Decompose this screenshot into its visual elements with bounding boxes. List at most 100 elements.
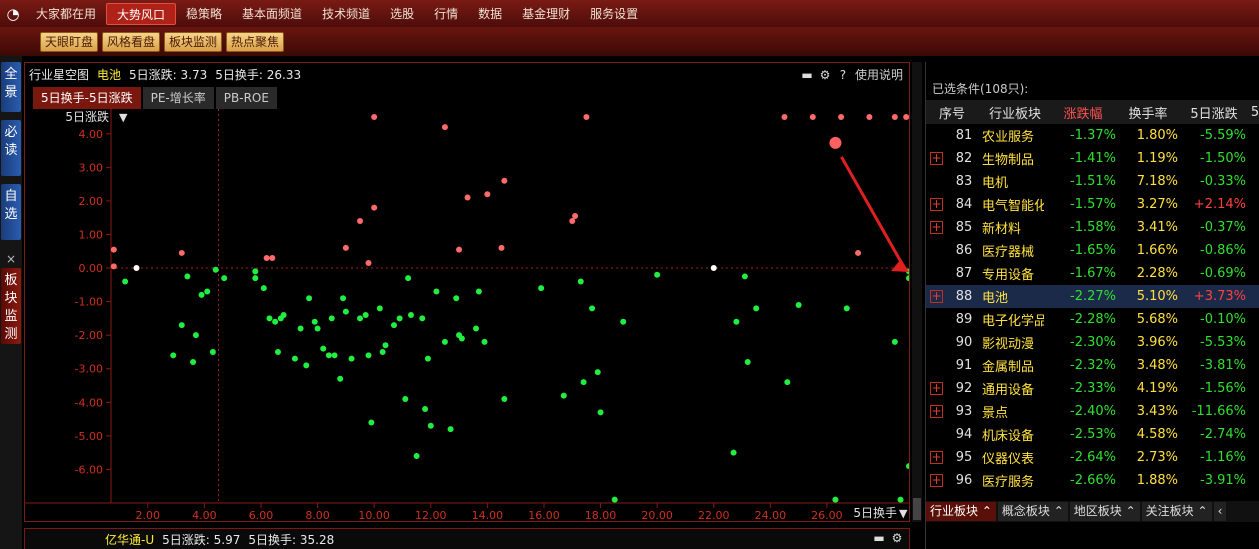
col-header-turnover[interactable]: 换手率 xyxy=(1122,103,1174,122)
scatter-point-green xyxy=(320,345,327,352)
sub-button-2[interactable]: 板块监测 xyxy=(164,31,223,52)
expand-icon[interactable]: + xyxy=(930,405,943,418)
scatter-point-green xyxy=(396,315,403,322)
chart-header: 行业星空图 电池 5日涨跌: 3.73 5日换手: 26.33 xyxy=(25,63,909,85)
sub-button-3[interactable]: 热点聚焦 xyxy=(226,31,285,52)
menu-item-7[interactable]: 数据 xyxy=(468,3,512,25)
chevron-up-icon: ⌃ xyxy=(1049,504,1064,518)
maximize-icon[interactable]: ▬ xyxy=(873,532,885,544)
scatter-point-green xyxy=(906,463,909,470)
table-row[interactable]: 83 电机 -1.51% 7.18% -0.33% xyxy=(926,170,1259,193)
maximize-icon[interactable]: ▬ xyxy=(801,69,813,81)
expand-icon[interactable]: + xyxy=(930,290,943,303)
scroll-left-icon[interactable]: ‹ xyxy=(1213,502,1227,521)
gear-icon[interactable]: ⚙ xyxy=(891,532,903,544)
scatter-chart[interactable]: 4.00 3.00 2.00 1.00 0.00 -1.00 -2.00 -3.00 -4.00… xyxy=(25,109,909,521)
left-vertical-nav: 全景 必读 自选 × 板块监测 xyxy=(0,56,22,549)
expand-icon[interactable]: + xyxy=(930,382,943,395)
table-row[interactable]: +92 通用设备 -2.33% 4.19% -1.56% xyxy=(926,377,1259,400)
vtab-must-read[interactable]: 必读 xyxy=(1,120,21,176)
gear-icon[interactable]: ⚙ xyxy=(819,69,831,81)
scatter-point-green xyxy=(252,268,259,275)
col-header-change[interactable]: 涨跌幅 xyxy=(1056,103,1110,122)
cell-five-day: -1.50% xyxy=(1200,151,1246,166)
help-link[interactable]: 使用说明 xyxy=(855,66,903,83)
sort-down-icon: ▼ xyxy=(119,111,128,124)
cell-no: 84 xyxy=(955,197,973,212)
menu-item-6[interactable]: 行情 xyxy=(424,3,468,25)
scrollbar-thumb[interactable] xyxy=(913,498,921,520)
x-tick-label: 22.00 xyxy=(698,509,730,521)
menu-item-9[interactable]: 服务设置 xyxy=(580,3,648,25)
scatter-point-green xyxy=(433,288,440,295)
menu-item-3[interactable]: 基本面频道 xyxy=(232,3,312,25)
scatter-point-green xyxy=(306,295,313,302)
expand-icon[interactable]: + xyxy=(930,198,943,211)
scatter-point-red xyxy=(456,246,463,253)
sector-type-tab-2[interactable]: 地区板块 ⌃ xyxy=(1069,502,1140,521)
expand-icon[interactable]: + xyxy=(930,152,943,165)
expand-icon[interactable]: + xyxy=(930,451,943,464)
menu-item-5[interactable]: 选股 xyxy=(380,3,424,25)
menu-item-0[interactable]: 大家都在用 xyxy=(26,3,106,25)
cell-change: -2.28% xyxy=(1070,312,1116,327)
col-header-sector[interactable]: 行业板块 xyxy=(982,103,1048,122)
sector-type-tab-1[interactable]: 概念板块 ⌃ xyxy=(997,502,1068,521)
table-row[interactable]: +84 电气智能化 -1.57% 3.27% +2.14% xyxy=(926,193,1259,216)
vtab-watchlist[interactable]: 自选 xyxy=(1,184,21,240)
vtab-panorama[interactable]: 全景 xyxy=(1,62,21,112)
chart-tab-2[interactable]: PB-ROE xyxy=(215,87,277,109)
scatter-point-green xyxy=(654,271,661,278)
vtab-sector-monitor[interactable]: 板块监测 xyxy=(1,268,21,344)
scatter-point-green xyxy=(348,355,355,362)
vertical-scrollbar[interactable] xyxy=(912,62,922,522)
table-row[interactable]: +95 仪器仪表 -2.64% 2.73% -1.16% xyxy=(926,446,1259,469)
cell-five-day: +2.14% xyxy=(1193,197,1246,212)
menu-item-8[interactable]: 基金理财 xyxy=(512,3,580,25)
table-row[interactable]: +85 新材料 -1.58% 3.41% -0.37% xyxy=(926,216,1259,239)
app-logo-icon[interactable]: ◔ xyxy=(0,0,26,27)
table-row[interactable]: 86 医疗器械 -1.65% 1.66% -0.86% xyxy=(926,239,1259,262)
cell-no: 89 xyxy=(955,312,973,327)
table-row[interactable]: 89 电子化学品 -2.28% 5.68% -0.10% xyxy=(926,308,1259,331)
menu-item-2[interactable]: 稳策略 xyxy=(176,3,232,25)
menu-item-1[interactable]: 大势风口 xyxy=(106,2,177,25)
scatter-point-red xyxy=(365,260,372,267)
col-header-no[interactable]: 序号 xyxy=(932,103,972,122)
sub-button-1[interactable]: 风格看盘 xyxy=(102,31,161,52)
table-row[interactable]: +82 生物制品 -1.41% 1.19% -1.50% xyxy=(926,147,1259,170)
menu-item-4[interactable]: 技术频道 xyxy=(312,3,380,25)
table-row[interactable]: 90 影视动漫 -2.30% 3.96% -5.53% xyxy=(926,331,1259,354)
table-row[interactable]: +96 医疗服务 -2.66% 1.88% -3.91% xyxy=(926,469,1259,492)
scatter-point-green xyxy=(906,275,909,282)
table-row[interactable]: 94 机床设备 -2.53% 4.58% -2.74% xyxy=(926,423,1259,446)
table-row[interactable]: 81 农业服务 -1.37% 1.80% -5.59% xyxy=(926,124,1259,147)
scatter-point-green xyxy=(795,301,802,308)
table-row[interactable]: +93 景点 -2.40% 3.43% -11.66% xyxy=(926,400,1259,423)
scatter-point-green xyxy=(311,318,318,325)
scatter-point-green xyxy=(390,322,397,329)
x-tick-label: 14.00 xyxy=(472,509,504,521)
sector-type-tab-3[interactable]: 关注板块 ⌃ xyxy=(1141,502,1212,521)
cell-no: 88 xyxy=(955,289,973,304)
table-row[interactable]: 91 金属制品 -2.32% 3.48% -3.81% xyxy=(926,354,1259,377)
chart-tab-1[interactable]: PE-增长率 xyxy=(142,87,214,109)
close-icon[interactable]: × xyxy=(4,252,18,266)
table-row[interactable]: 87 专用设备 -1.67% 2.28% -0.69% xyxy=(926,262,1259,285)
sub-button-0[interactable]: 天眼盯盘 xyxy=(40,31,99,52)
col-header-five-day[interactable]: 5日涨跌 xyxy=(1184,103,1244,122)
chart-tab-0[interactable]: 5日换手-5日涨跌 xyxy=(33,87,141,109)
table-row[interactable]: +88 电池 -2.27% 5.10% +3.73% xyxy=(926,285,1259,308)
scatter-point-green xyxy=(331,352,338,359)
help-icon[interactable]: ? xyxy=(837,69,849,81)
x-tick-label: 10.00 xyxy=(358,509,390,521)
scatter-point-green xyxy=(419,315,426,322)
scatter-point-green xyxy=(192,332,199,339)
scatter-point-green xyxy=(297,325,304,332)
expand-icon[interactable]: + xyxy=(930,221,943,234)
col-header-more[interactable]: 5 xyxy=(1250,105,1259,120)
cell-five-day: -1.16% xyxy=(1200,450,1246,465)
scatter-point-green xyxy=(340,295,347,302)
expand-icon[interactable]: + xyxy=(930,474,943,487)
sector-type-tab-0[interactable]: 行业板块 ⌃ xyxy=(926,502,996,521)
